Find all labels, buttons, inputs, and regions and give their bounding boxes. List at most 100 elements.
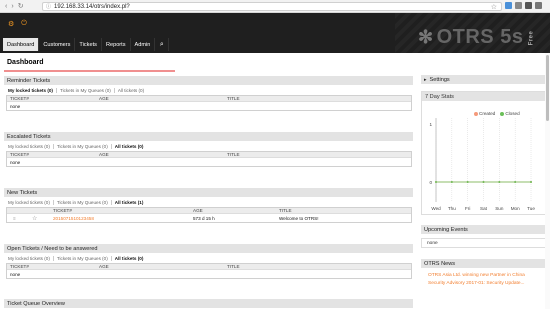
- escalated-tickets-widget: Escalated Tickets My locked tickets (0) …: [4, 132, 413, 167]
- logo-text: OTRS 5s: [436, 26, 524, 48]
- filter-bar: My locked tickets (0) Tickets in My Queu…: [4, 253, 413, 263]
- mail-icon[interactable]: [515, 2, 522, 9]
- forward-icon[interactable]: ›: [11, 3, 13, 10]
- title-underline: [4, 70, 175, 72]
- reminder-tickets-widget: Reminder Tickets My locked tickets (0) T…: [4, 76, 413, 111]
- news-item-link[interactable]: Security Advisory 2017-01: Security Upda…: [428, 280, 546, 288]
- y-tick-label: 0: [429, 180, 432, 185]
- col-title[interactable]: TITLE: [227, 264, 317, 269]
- widget-title: Reminder Tickets: [4, 76, 413, 85]
- news-title: OTRS News: [421, 259, 546, 268]
- empty-text: none: [10, 271, 21, 277]
- tickets-table: TICKET# AGE TITLE none: [6, 151, 412, 167]
- otrs-logo: ✻ OTRS 5s Free: [418, 26, 539, 49]
- back-icon[interactable]: ‹: [5, 3, 7, 10]
- col-ticket[interactable]: TICKET#: [7, 152, 99, 157]
- upcoming-title: Upcoming Events: [421, 225, 546, 234]
- info-icon[interactable]: ⓘ: [46, 3, 51, 10]
- widget-title: Open Tickets / Need to be answered: [4, 244, 413, 253]
- new-tickets-widget: New Tickets My locked tickets (0) Ticket…: [4, 188, 413, 223]
- filter-bar: My locked tickets (0) Tickets in My Queu…: [4, 85, 413, 95]
- scrollbar-thumb[interactable]: [546, 55, 549, 121]
- extension-icon[interactable]: [505, 2, 512, 9]
- filter-my-locked[interactable]: My locked tickets (0): [8, 87, 57, 93]
- star-icon[interactable]: ☆: [32, 215, 53, 222]
- filter-my-queues[interactable]: Tickets in My Queues (0): [54, 199, 112, 205]
- nav-reports[interactable]: Reports: [102, 38, 131, 51]
- ticket-number-link[interactable]: 2015071510123458: [53, 216, 193, 221]
- filter-my-queues[interactable]: Tickets in My Queues (0): [54, 255, 112, 261]
- col-ticket[interactable]: TICKET#: [53, 208, 193, 213]
- filter-my-queues[interactable]: Tickets in My Queues (0): [54, 143, 112, 149]
- x-tick-label: Thu: [448, 206, 456, 211]
- filter-my-locked[interactable]: My locked tickets (0): [8, 255, 54, 261]
- url-text: 192.168.33.14/otrs/index.pl?: [54, 3, 130, 10]
- news-list: OTRS Asia Ltd. winning new Partner in Ch…: [421, 268, 546, 288]
- empty-text: none: [10, 159, 21, 165]
- tickets-table: TICKET# AGE TITLE ≡ ☆ 2015071510123458 5…: [6, 207, 412, 223]
- filter-bar: My locked tickets (0) Tickets in My Queu…: [4, 197, 413, 207]
- x-tick-label: Fri: [465, 206, 470, 211]
- stats-title: 7 Day Stats: [422, 92, 545, 101]
- reload-icon[interactable]: ↻: [18, 2, 24, 10]
- col-ticket[interactable]: TICKET#: [7, 264, 99, 269]
- filter-all[interactable]: All tickets (0): [115, 88, 147, 93]
- page-scrollbar[interactable]: [545, 53, 550, 309]
- y-tick-label: 1: [429, 122, 432, 127]
- extension-icon[interactable]: [525, 2, 532, 9]
- bookmark-star-icon[interactable]: ☆: [491, 3, 497, 11]
- filter-all[interactable]: All tickets (0): [112, 256, 147, 261]
- settings-label: Settings: [429, 76, 450, 83]
- ticket-age: 573 d 15 h: [193, 215, 215, 221]
- nav-customers[interactable]: Customers: [39, 38, 76, 51]
- main-nav: Dashboard Customers Tickets Reports Admi…: [3, 38, 170, 51]
- data-point-closed: [482, 181, 485, 183]
- filter-all[interactable]: All tickets (1): [112, 200, 147, 205]
- toolbar-icons: ⚙ ⏻: [8, 20, 27, 28]
- x-tick-label: Sun: [495, 206, 504, 211]
- stats-widget: 7 Day Stats Created Closed 1 0 Wed Thu Fri Sa…: [421, 91, 546, 215]
- ticket-title: Welcome to OTRS!: [279, 215, 319, 221]
- col-age[interactable]: AGE: [99, 152, 227, 157]
- data-point-closed: [514, 181, 517, 183]
- page-title: Dashboard: [7, 59, 44, 66]
- widget-title: New Tickets: [4, 188, 413, 197]
- col-title[interactable]: TITLE: [227, 96, 317, 101]
- data-point-closed: [435, 181, 437, 183]
- col-title[interactable]: TITLE: [227, 152, 317, 157]
- filter-bar: My locked tickets (0) Tickets in My Queu…: [4, 141, 413, 151]
- nav-admin[interactable]: Admin: [131, 38, 156, 51]
- upcoming-events-widget: Upcoming Events none: [421, 225, 546, 248]
- filter-all[interactable]: All tickets (0): [112, 144, 147, 149]
- nav-dashboard[interactable]: Dashboard: [3, 38, 40, 51]
- col-age[interactable]: AGE: [99, 264, 227, 269]
- caret-right-icon: ▸: [424, 76, 427, 83]
- col-age[interactable]: AGE: [99, 96, 227, 101]
- address-bar[interactable]: ⓘ 192.168.33.14/otrs/index.pl? ☆: [42, 2, 502, 11]
- nav-tickets[interactable]: Tickets: [75, 38, 102, 51]
- widget-title: Ticket Queue Overview: [4, 299, 413, 308]
- power-icon[interactable]: ⏻: [21, 20, 27, 28]
- table-row: none: [7, 158, 411, 166]
- menu-icon[interactable]: [535, 2, 542, 9]
- tickets-table: TICKET# AGE TITLE none: [6, 95, 412, 111]
- filter-my-locked[interactable]: My locked tickets (0): [8, 199, 54, 205]
- search-icon[interactable]: ⌕: [155, 38, 170, 51]
- empty-text: none: [427, 240, 438, 246]
- col-ticket[interactable]: TICKET#: [7, 96, 99, 101]
- settings-header[interactable]: ▸ Settings: [421, 75, 546, 84]
- settings-widget[interactable]: ▸ Settings: [421, 75, 546, 84]
- table-row[interactable]: ≡ ☆ 2015071510123458 573 d 15 h Welcome …: [7, 214, 411, 222]
- browser-nav: ‹ › ↻: [0, 2, 42, 11]
- news-item-link[interactable]: OTRS Asia Ltd. winning new Partner in Ch…: [428, 272, 546, 280]
- gear-icon[interactable]: ⚙: [8, 20, 14, 28]
- extension-icons: [505, 2, 542, 9]
- menu-icon[interactable]: ≡: [7, 216, 32, 221]
- x-tick-label: Wed: [431, 206, 441, 211]
- col-title[interactable]: TITLE: [279, 208, 292, 213]
- widget-title: Escalated Tickets: [4, 132, 413, 141]
- filter-my-queues[interactable]: Tickets in My Queues (0): [57, 87, 115, 93]
- col-age[interactable]: AGE: [193, 208, 279, 213]
- logo-tag: Free: [528, 30, 535, 45]
- filter-my-locked[interactable]: My locked tickets (0): [8, 143, 54, 149]
